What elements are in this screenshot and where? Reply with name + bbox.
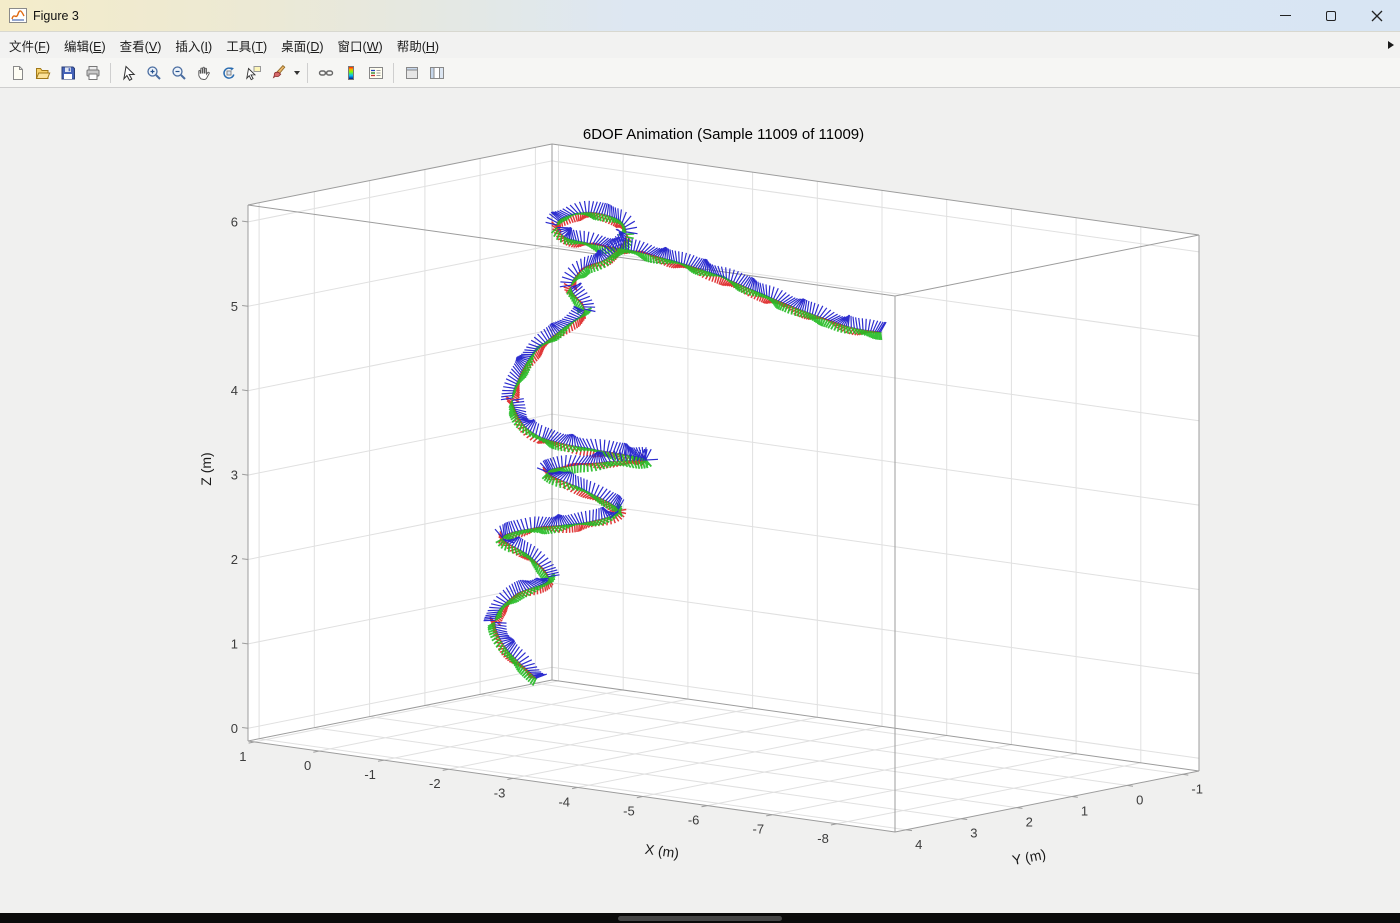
save-floppy-icon [61,66,75,79]
hide-plot-tools-icon [405,66,418,79]
zoom-in-button[interactable] [141,61,166,85]
plot-title: 6DOF Animation (Sample 11009 of 11009) [582,126,865,143]
save-figure-button[interactable] [55,61,80,85]
show-plot-tools-button[interactable] [424,61,449,85]
pan-button[interactable] [191,61,216,85]
link-plot-button[interactable] [313,61,338,85]
edit-plot-button[interactable] [116,61,141,85]
printer-icon [86,65,99,80]
matlab-figure-icon [9,8,27,23]
chevron-down-icon [293,70,300,75]
insert-colorbar-button[interactable] [338,61,363,85]
minimize-icon [1279,14,1291,17]
rotate-3d-icon [222,66,235,79]
toolbar-separator [110,62,111,83]
menu-insert[interactable]: 插入(I) [168,32,219,59]
menu-help[interactable]: 帮助(H) [390,32,446,59]
z-axis-label: Z (m) [198,452,214,486]
maximize-button[interactable] [1308,0,1354,31]
edit-arrow-icon [122,64,135,81]
matlab-figure-window: 1 0 -1 -2 -3 -4 -5 -6 -7 -8 4 3 2 1 0 -1 0 1 2 3 4 5 6 Figure … [0,0,1400,923]
figure-toolbar [0,58,1400,88]
new-figure-icon [12,65,23,80]
taskbar-handle[interactable] [618,916,782,921]
colorbar-icon [347,65,354,80]
data-cursor-icon [245,65,261,80]
menu-window[interactable]: 窗口(W) [331,32,390,59]
zoom-out-icon [171,65,186,80]
brush-dropdown-button[interactable] [291,61,302,85]
link-chain-icon [318,69,333,76]
toolbar-separator [393,62,394,83]
zoom-in-icon [146,65,161,80]
brush-icon [272,64,285,79]
close-button[interactable] [1354,0,1400,31]
windows-taskbar[interactable] [0,913,1400,923]
rotate-3d-button[interactable] [216,61,241,85]
menu-bar: 文件(F) 编辑(E) 查看(V) 插入(I) 工具(T) 桌面(D) 窗口(W… [0,32,1400,58]
minimize-button[interactable] [1262,0,1308,31]
menubar-overflow-icon[interactable] [1388,41,1394,49]
insert-legend-button[interactable] [363,61,388,85]
menu-edit[interactable]: 编辑(E) [57,32,113,59]
brush-data-button[interactable] [266,61,291,85]
open-folder-icon [35,67,50,79]
window-title: Figure 3 [33,8,79,23]
window-controls [1262,0,1400,31]
open-file-button[interactable] [30,61,55,85]
close-icon [1371,10,1383,21]
toolbar-separator [307,62,308,83]
menu-tools[interactable]: 工具(T) [219,32,274,59]
menu-desktop[interactable]: 桌面(D) [274,32,330,59]
hide-plot-tools-button[interactable] [399,61,424,85]
new-figure-button[interactable] [5,61,30,85]
print-figure-button[interactable] [80,61,105,85]
maximize-icon [1326,10,1336,21]
data-cursor-button[interactable] [241,61,266,85]
show-plot-tools-icon [429,66,444,79]
titlebar[interactable]: Figure 3 [0,0,1400,32]
zoom-out-button[interactable] [166,61,191,85]
legend-icon [368,66,383,79]
menu-view[interactable]: 查看(V) [113,32,169,59]
menu-file[interactable]: 文件(F) [2,32,57,59]
pan-hand-icon [197,66,210,80]
